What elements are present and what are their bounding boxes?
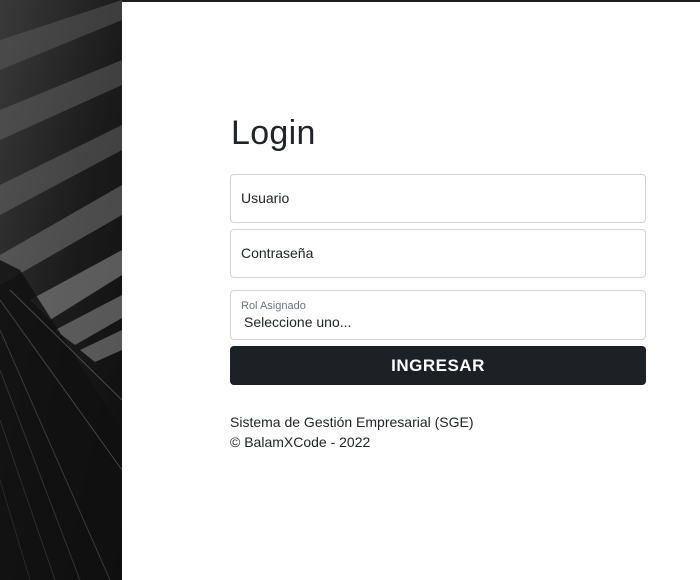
system-name-text: Sistema de Gestión Empresarial (SGE) (230, 414, 474, 430)
role-select[interactable]: Rol Asignado Seleccione uno... (230, 290, 646, 340)
password-placeholder: Contraseña (241, 245, 314, 261)
side-background-image (0, 0, 122, 580)
role-selected-value: Seleccione uno... (244, 314, 352, 330)
role-label: Rol Asignado (241, 300, 306, 312)
copyright-text: © BalamXCode - 2022 (230, 434, 371, 450)
login-button[interactable]: INGRESAR (230, 346, 646, 385)
username-placeholder: Usuario (241, 190, 290, 206)
password-input[interactable]: Contraseña (230, 229, 646, 278)
page-title: Login (231, 114, 316, 152)
username-input[interactable]: Usuario (230, 174, 646, 223)
